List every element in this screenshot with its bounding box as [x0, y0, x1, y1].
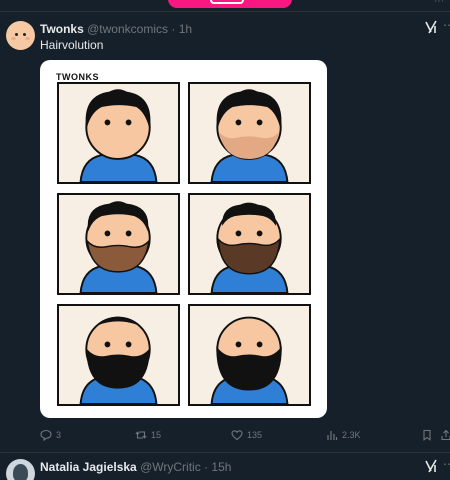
- tweet[interactable]: Natalia Jagielska @WryCritic · 15h ⋯: [0, 453, 450, 480]
- comic-panel: [188, 304, 311, 406]
- grok-icon[interactable]: [424, 20, 438, 34]
- avatar-blush: [25, 37, 30, 40]
- tweet-header: Twonks @twonkcomics · 1h: [40, 22, 192, 36]
- avatar-blush: [11, 37, 16, 40]
- previous-tweet-strip: ⋯: [0, 0, 450, 12]
- like-count: 135: [247, 430, 263, 440]
- avatar-eye: [15, 33, 18, 36]
- separator: ·: [171, 22, 176, 36]
- tweet[interactable]: Twonks @twonkcomics · 1h ⋯ Hairvolution …: [0, 13, 450, 453]
- tweet-time[interactable]: 1h: [179, 22, 192, 36]
- tweet-actions: 3 15 135 2.3K: [40, 429, 450, 445]
- retweet-icon: [135, 429, 147, 441]
- reply-count: 3: [56, 430, 62, 440]
- author-handle[interactable]: @WryCritic: [140, 460, 201, 474]
- share-icon: [440, 429, 450, 441]
- reply-icon: [40, 429, 52, 441]
- reply-button[interactable]: 3: [40, 429, 61, 441]
- share-button[interactable]: [440, 429, 450, 441]
- comic-panel: [188, 193, 311, 295]
- more-icon[interactable]: ⋯: [443, 18, 450, 32]
- tweet-header: Natalia Jagielska @WryCritic · 15h: [40, 460, 231, 474]
- retweet-button[interactable]: 15: [135, 429, 161, 441]
- author-name[interactable]: Twonks: [40, 22, 84, 36]
- like-button[interactable]: 135: [231, 429, 262, 441]
- like-icon: [231, 429, 243, 441]
- tweet-text: Hairvolution: [40, 38, 104, 52]
- pink-button-glyph: [210, 0, 244, 4]
- comic-panel: [57, 304, 180, 406]
- view-count: 2.3K: [342, 430, 361, 440]
- separator: ·: [204, 460, 209, 474]
- grok-icon[interactable]: [424, 459, 438, 473]
- avatar-figure: [13, 464, 28, 480]
- views-icon: [326, 429, 338, 441]
- author-handle[interactable]: @twonkcomics: [87, 22, 168, 36]
- tweet-image[interactable]: TWONKS: [40, 60, 327, 418]
- bookmark-button[interactable]: [421, 429, 433, 441]
- avatar[interactable]: [6, 21, 35, 50]
- comic-title: TWONKS: [56, 72, 99, 82]
- avatar-eye: [23, 33, 26, 36]
- more-icon[interactable]: ⋯: [434, 0, 444, 7]
- more-icon[interactable]: ⋯: [443, 457, 450, 471]
- views-button[interactable]: 2.3K: [326, 429, 361, 441]
- bookmark-icon: [421, 429, 433, 441]
- comic-panel: [188, 82, 311, 184]
- retweet-count: 15: [151, 430, 162, 440]
- tweet-time[interactable]: 15h: [211, 460, 231, 474]
- author-name[interactable]: Natalia Jagielska: [40, 460, 137, 474]
- comic-panel: [57, 193, 180, 295]
- avatar[interactable]: [6, 459, 35, 480]
- comic-panel: [57, 82, 180, 184]
